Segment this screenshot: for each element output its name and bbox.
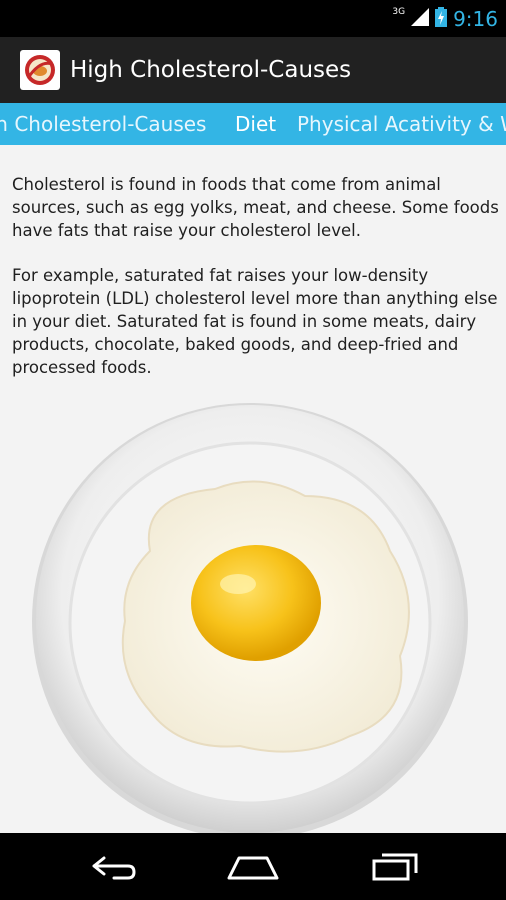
paragraph-1: Cholesterol is found in foods that come … — [12, 175, 499, 240]
tab-diet[interactable]: Diet — [235, 103, 276, 145]
tab-physical-activity[interactable]: Physical Acativity & Weight — [297, 103, 506, 145]
paragraph-2: For example, saturated fat raises your l… — [12, 266, 498, 377]
status-bar: 3G 9:16 — [0, 0, 506, 37]
clock: 9:16 — [453, 7, 498, 31]
battery-icon — [435, 7, 448, 31]
tab-strip: High Cholesterol-Causes Diet Physical Ac… — [0, 103, 506, 145]
status-icons: 3G 9:16 — [392, 4, 498, 34]
home-icon[interactable] — [203, 833, 303, 900]
signal-icon — [411, 8, 430, 30]
app-logo-icon[interactable] — [20, 50, 60, 90]
app-title: High Cholesterol-Causes — [70, 57, 352, 83]
navigation-bar — [0, 833, 506, 900]
content-area[interactable]: Cholesterol is found in foods that come … — [0, 145, 506, 833]
action-bar: High Cholesterol-Causes — [0, 37, 506, 103]
back-icon[interactable] — [63, 833, 163, 900]
recent-apps-icon[interactable] — [345, 833, 445, 900]
tab-high-cholesterol-causes[interactable]: High Cholesterol-Causes — [0, 103, 206, 145]
network-type-label: 3G — [392, 7, 406, 17]
fried-egg-plate-image — [32, 403, 468, 833]
